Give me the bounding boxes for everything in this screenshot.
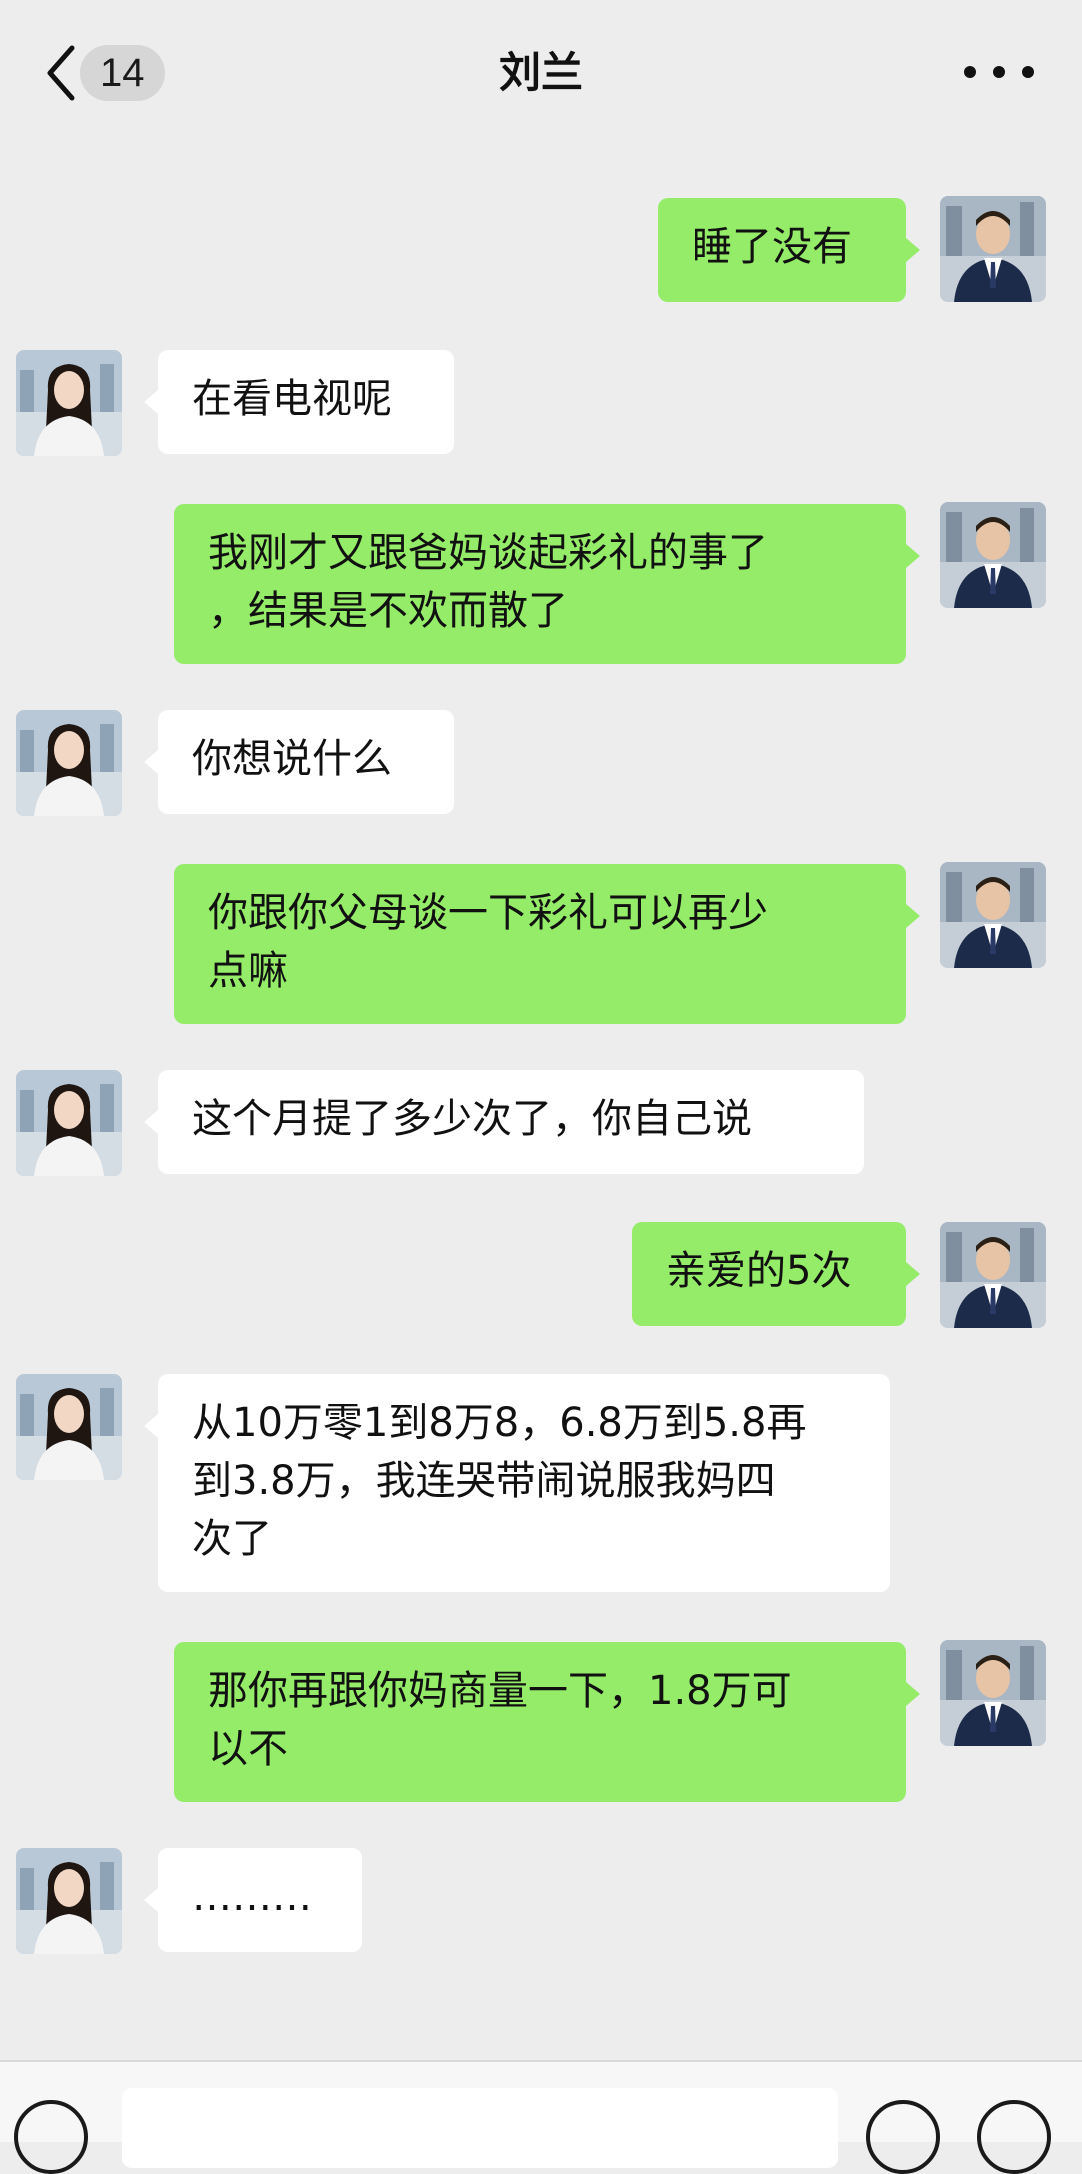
message-list: 睡了没有 在看电视呢 我刚才又跟爸妈谈起彩礼的事了 ，结果是不欢而散了 你想说什… [0,0,1082,2060]
sent-message-bubble[interactable]: 我刚才又跟爸妈谈起彩礼的事了 ，结果是不欢而散了 [174,504,920,664]
plus-icon[interactable] [977,2100,1051,2174]
contact-avatar[interactable] [16,1848,122,1954]
sent-message-bubble[interactable]: 亲爱的5次 [632,1222,920,1326]
received-message-bubble[interactable]: 这个月提了多少次了，你自己说 [144,1070,864,1174]
received-message-bubble[interactable]: 在看电视呢 [144,350,454,454]
sent-message-bubble[interactable]: 睡了没有 [658,198,920,302]
received-message-bubble[interactable]: 你想说什么 [144,710,454,814]
my-avatar[interactable] [940,1222,1046,1328]
my-avatar[interactable] [940,196,1046,302]
my-avatar[interactable] [940,502,1046,608]
emoji-icon[interactable] [866,2100,940,2174]
sent-message-bubble[interactable]: 那你再跟你妈商量一下，1.8万可 以不 [174,1642,920,1802]
contact-avatar[interactable] [16,1374,122,1480]
contact-avatar[interactable] [16,710,122,816]
contact-avatar[interactable] [16,350,122,456]
sent-message-bubble[interactable]: 你跟你父母谈一下彩礼可以再少 点嘛 [174,864,920,1024]
my-avatar[interactable] [940,1640,1046,1746]
my-avatar[interactable] [940,862,1046,968]
voice-icon[interactable] [14,2100,88,2174]
received-message-bubble[interactable]: ……… [144,1848,362,1952]
contact-avatar[interactable] [16,1070,122,1176]
input-bar [0,2060,1082,2174]
message-input[interactable] [122,2088,838,2168]
received-message-bubble[interactable]: 从10万零1到8万8，6.8万到5.8再 到3.8万，我连哭带闹说服我妈四 次了 [144,1374,890,1592]
